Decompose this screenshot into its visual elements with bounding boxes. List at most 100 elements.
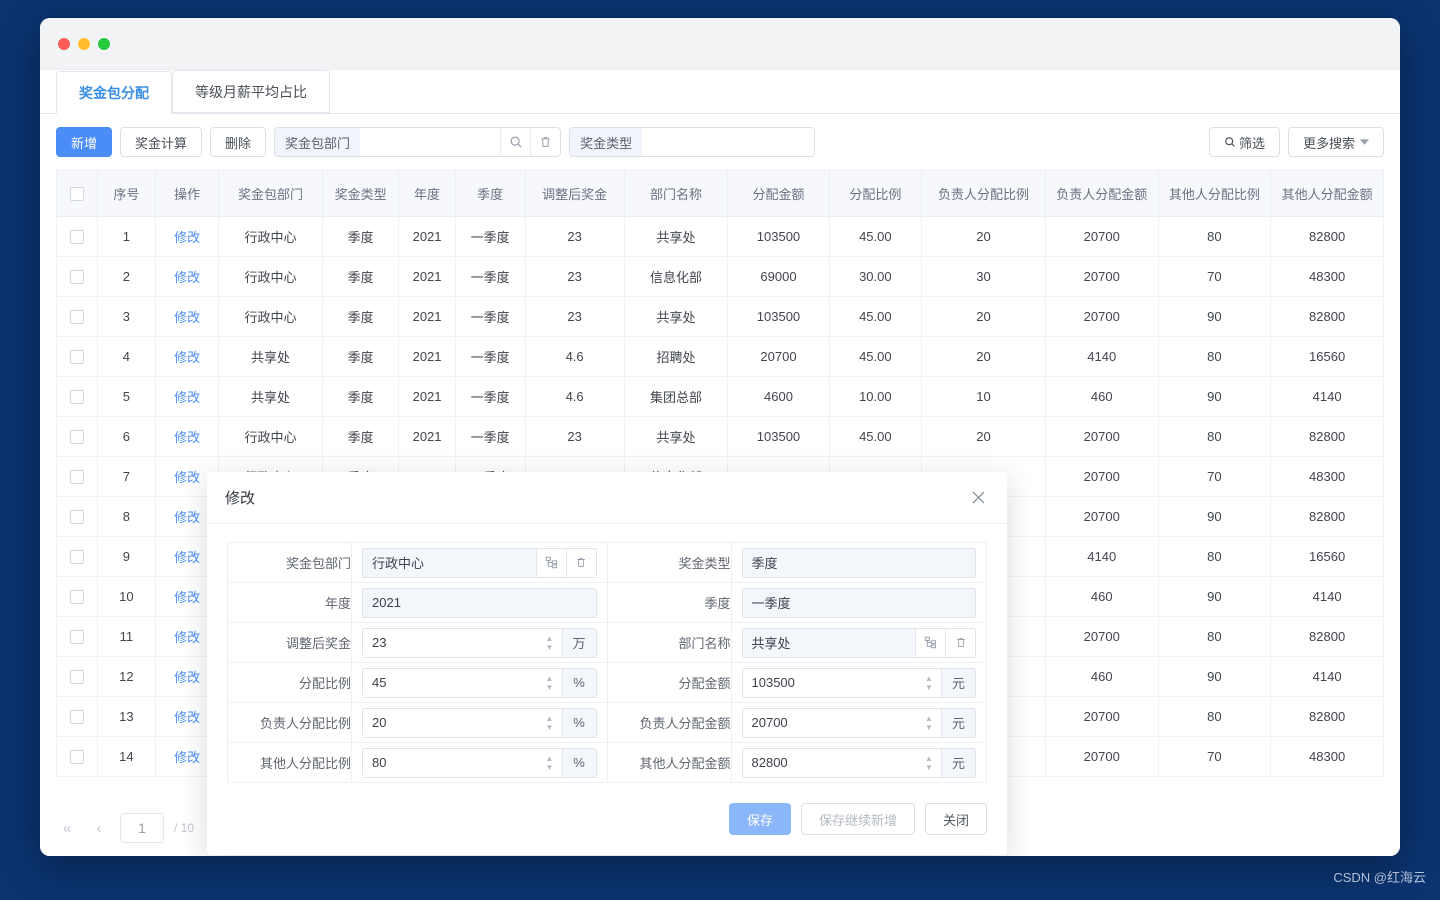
chevron-left-icon[interactable]: ‹ xyxy=(88,817,110,839)
quarter-input[interactable]: 一季度 xyxy=(742,588,975,617)
filter-button[interactable]: 筛选 xyxy=(1208,127,1280,157)
edit-link[interactable]: 修改 xyxy=(174,710,200,725)
bonus-type-filter-label: 奖金类型 xyxy=(570,128,643,156)
row-checkbox[interactable] xyxy=(69,470,84,485)
delete-button[interactable]: 删除 xyxy=(210,127,267,157)
cell-year: 2021 xyxy=(398,216,456,257)
bonus-type-input[interactable]: 季度 xyxy=(742,548,975,577)
more-search-button[interactable]: 更多搜索 xyxy=(1287,127,1384,157)
row-checkbox[interactable] xyxy=(69,670,84,685)
edit-link[interactable]: 修改 xyxy=(174,390,200,405)
select-all-checkbox[interactable] xyxy=(69,187,84,202)
tree-picker-icon[interactable] xyxy=(535,548,566,577)
dept-filter-input[interactable] xyxy=(360,128,501,156)
bonus-type-filter-input[interactable] xyxy=(642,128,815,156)
dept-name-input[interactable]: 共享处 xyxy=(742,628,915,657)
tab-label: 等级月薪平均占比 xyxy=(195,83,307,100)
add-button[interactable]: 新增 xyxy=(56,127,113,157)
form-row: 分配比例 45 ▲ ▼ % 分配金额 103500 ▲ ▼ 元 xyxy=(227,662,987,703)
edit-link[interactable]: 修改 xyxy=(174,510,200,525)
row-checkbox[interactable] xyxy=(69,230,84,245)
bonus-dept-input[interactable]: 行政中心 xyxy=(363,548,536,577)
leader-amount-input[interactable]: 20700 xyxy=(742,708,921,737)
edit-link[interactable]: 修改 xyxy=(174,310,200,325)
row-checkbox[interactable] xyxy=(69,430,84,445)
row-checkbox[interactable] xyxy=(69,310,84,325)
cell-action[interactable]: 修改 xyxy=(155,296,220,337)
table-row[interactable]: 2 修改 行政中心 季度 2021 一季度 23 信息化部 69000 30.00 30 20700 7… xyxy=(56,256,1384,297)
edit-link[interactable]: 修改 xyxy=(174,270,200,285)
edit-link[interactable]: 修改 xyxy=(174,550,200,565)
row-checkbox[interactable] xyxy=(69,630,84,645)
edit-link[interactable]: 修改 xyxy=(174,670,200,685)
cell-no: 1 xyxy=(96,216,157,257)
tab-salary-ratio[interactable]: 等级月薪平均占比 xyxy=(172,70,330,113)
cell-action[interactable]: 修改 xyxy=(155,256,220,297)
cell-action[interactable]: 修改 xyxy=(155,216,220,257)
select-all-header xyxy=(56,170,98,217)
cell-action[interactable]: 修改 xyxy=(155,336,220,377)
cell-other-ratio: 80 xyxy=(1157,416,1272,457)
row-checkbox[interactable] xyxy=(69,390,84,405)
row-checkbox[interactable] xyxy=(69,750,84,765)
trash-icon[interactable] xyxy=(565,548,596,577)
trash-icon[interactable] xyxy=(945,628,975,657)
edit-link[interactable]: 修改 xyxy=(174,630,200,645)
other-ratio-input[interactable]: 80 xyxy=(363,748,542,777)
table-row[interactable]: 5 修改 共享处 季度 2021 一季度 4.6 集团总部 4600 10.00 10 460 90 41… xyxy=(56,376,1384,417)
adjusted-input[interactable]: 23 xyxy=(363,628,542,657)
other-ratio-field: 80 ▲ ▼ % xyxy=(362,747,597,778)
cell-action[interactable]: 修改 xyxy=(155,376,220,417)
window-minimize-button[interactable] xyxy=(78,37,90,50)
number-stepper[interactable]: ▲ ▼ xyxy=(921,748,941,777)
edit-link[interactable]: 修改 xyxy=(174,230,200,245)
search-icon xyxy=(1224,136,1236,148)
cell-other-ratio: 80 xyxy=(1157,336,1272,377)
row-checkbox[interactable] xyxy=(69,270,84,285)
number-stepper[interactable]: ▲ ▼ xyxy=(921,668,941,697)
close-modal-button[interactable]: 关闭 xyxy=(924,803,987,835)
label-year: 年度 xyxy=(227,582,352,623)
amount-input[interactable]: 103500 xyxy=(742,668,921,697)
leader-ratio-input[interactable]: 20 xyxy=(363,708,542,737)
table-row[interactable]: 1 修改 行政中心 季度 2021 一季度 23 共享处 103500 45.00 20 20700 8… xyxy=(56,216,1384,257)
table-row[interactable]: 4 修改 共享处 季度 2021 一季度 4.6 招聘处 20700 45.00 20 4140 80 1… xyxy=(56,336,1384,377)
year-input[interactable]: 2021 xyxy=(363,588,596,617)
number-stepper[interactable]: ▲ ▼ xyxy=(541,708,562,737)
other-amount-input[interactable]: 82800 xyxy=(742,748,921,777)
table-row[interactable]: 3 修改 行政中心 季度 2021 一季度 23 共享处 103500 45.00 20 20700 9… xyxy=(56,296,1384,337)
row-checkbox[interactable] xyxy=(69,710,84,725)
row-checkbox[interactable] xyxy=(69,510,84,525)
window-close-button[interactable] xyxy=(58,37,70,50)
trash-icon[interactable] xyxy=(530,128,560,156)
save-and-continue-button[interactable]: 保存继续新增 xyxy=(800,803,915,835)
number-stepper[interactable]: ▲ ▼ xyxy=(541,668,562,697)
save-button[interactable]: 保存 xyxy=(728,803,791,835)
close-icon[interactable] xyxy=(967,487,989,509)
row-checkbox[interactable] xyxy=(69,550,84,565)
double-chevron-left-icon[interactable]: « xyxy=(56,817,78,839)
number-stepper[interactable]: ▲ ▼ xyxy=(921,708,941,737)
tab-bonus-allocation[interactable]: 奖金包分配 xyxy=(56,71,172,114)
page-number-input[interactable]: 1 xyxy=(120,813,164,843)
edit-link[interactable]: 修改 xyxy=(174,750,200,765)
cell-other-amount: 82800 xyxy=(1270,616,1384,657)
bonus-calc-button[interactable]: 奖金计算 xyxy=(120,127,203,157)
modal-title: 修改 xyxy=(225,490,256,507)
row-checkbox[interactable] xyxy=(69,590,84,605)
number-stepper[interactable]: ▲ ▼ xyxy=(541,628,562,657)
window-maximize-button[interactable] xyxy=(98,37,110,50)
ratio-input[interactable]: 45 xyxy=(363,668,542,697)
cell-other-ratio: 80 xyxy=(1157,696,1272,737)
table-row[interactable]: 6 修改 行政中心 季度 2021 一季度 23 共享处 103500 45.00 20 20700 8… xyxy=(56,416,1384,457)
edit-link[interactable]: 修改 xyxy=(174,470,200,485)
cell-leader-amount: 20700 ▲ ▼ 元 xyxy=(730,702,987,743)
search-icon[interactable] xyxy=(500,128,530,156)
cell-action[interactable]: 修改 xyxy=(155,416,220,457)
edit-link[interactable]: 修改 xyxy=(174,430,200,445)
row-checkbox[interactable] xyxy=(69,350,84,365)
number-stepper[interactable]: ▲ ▼ xyxy=(541,748,562,777)
edit-link[interactable]: 修改 xyxy=(174,590,200,605)
edit-link[interactable]: 修改 xyxy=(174,350,200,365)
tree-picker-icon[interactable] xyxy=(915,628,945,657)
